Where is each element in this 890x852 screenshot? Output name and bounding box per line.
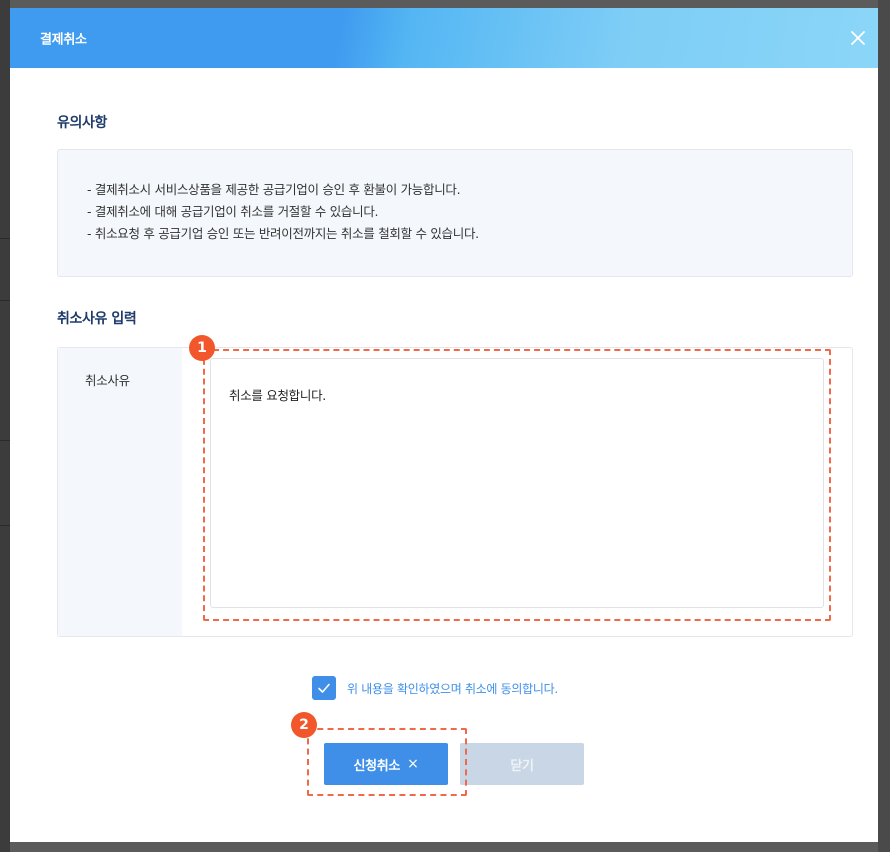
agreement-checkbox[interactable] xyxy=(312,676,336,700)
modal-title: 결제취소 xyxy=(40,32,87,48)
notice-line: - 결제취소시 서비스상품을 제공한 공급기업이 승인 후 환불이 가능합니다. xyxy=(87,182,461,197)
close-icon xyxy=(851,31,865,45)
step-badge-2: 2 xyxy=(291,712,317,738)
reason-form-box: 취소사유 취소를 요청합니다. xyxy=(57,347,853,637)
reason-label: 취소사유 xyxy=(85,373,130,388)
background-page-strip xyxy=(0,0,10,852)
notice-title: 유의사항 xyxy=(57,115,107,131)
reason-textarea-value: 취소를 요청합니다. xyxy=(229,388,326,403)
notice-line: - 취소요청 후 공급기업 승인 또는 반려이전까지는 취소를 철회할 수 있습… xyxy=(87,226,479,241)
modal-header: 결제취소 xyxy=(10,8,878,68)
background-page-right xyxy=(878,0,890,852)
agreement-row[interactable]: 위 내용을 확인하였으며 취소에 동의합니다. xyxy=(312,676,558,700)
reason-textarea[interactable]: 취소를 요청합니다. xyxy=(210,358,824,608)
close-icon-small: × xyxy=(407,756,419,772)
close-button[interactable] xyxy=(846,26,870,50)
reason-label-column: 취소사유 xyxy=(58,348,182,636)
close-dialog-button[interactable]: 닫기 xyxy=(460,743,584,785)
cancel-payment-modal: 결제취소 유의사항 - 결제취소시 서비스상품을 제공한 공급기업이 승인 후 … xyxy=(10,8,878,842)
apply-cancel-label: 신청취소 xyxy=(353,758,401,774)
apply-cancel-button[interactable]: 신청취소 × xyxy=(324,743,448,785)
step-badge-1: 1 xyxy=(189,335,215,361)
reason-section-title: 취소사유 입력 xyxy=(57,311,137,327)
notice-line: - 결제취소에 대해 공급기업이 취소를 거절할 수 있습니다. xyxy=(87,204,379,219)
checkmark-icon xyxy=(318,683,330,693)
notice-box: - 결제취소시 서비스상품을 제공한 공급기업이 승인 후 환불이 가능합니다.… xyxy=(57,149,853,277)
agreement-text[interactable]: 위 내용을 확인하였으며 취소에 동의합니다. xyxy=(347,680,558,697)
close-dialog-label: 닫기 xyxy=(510,758,534,774)
